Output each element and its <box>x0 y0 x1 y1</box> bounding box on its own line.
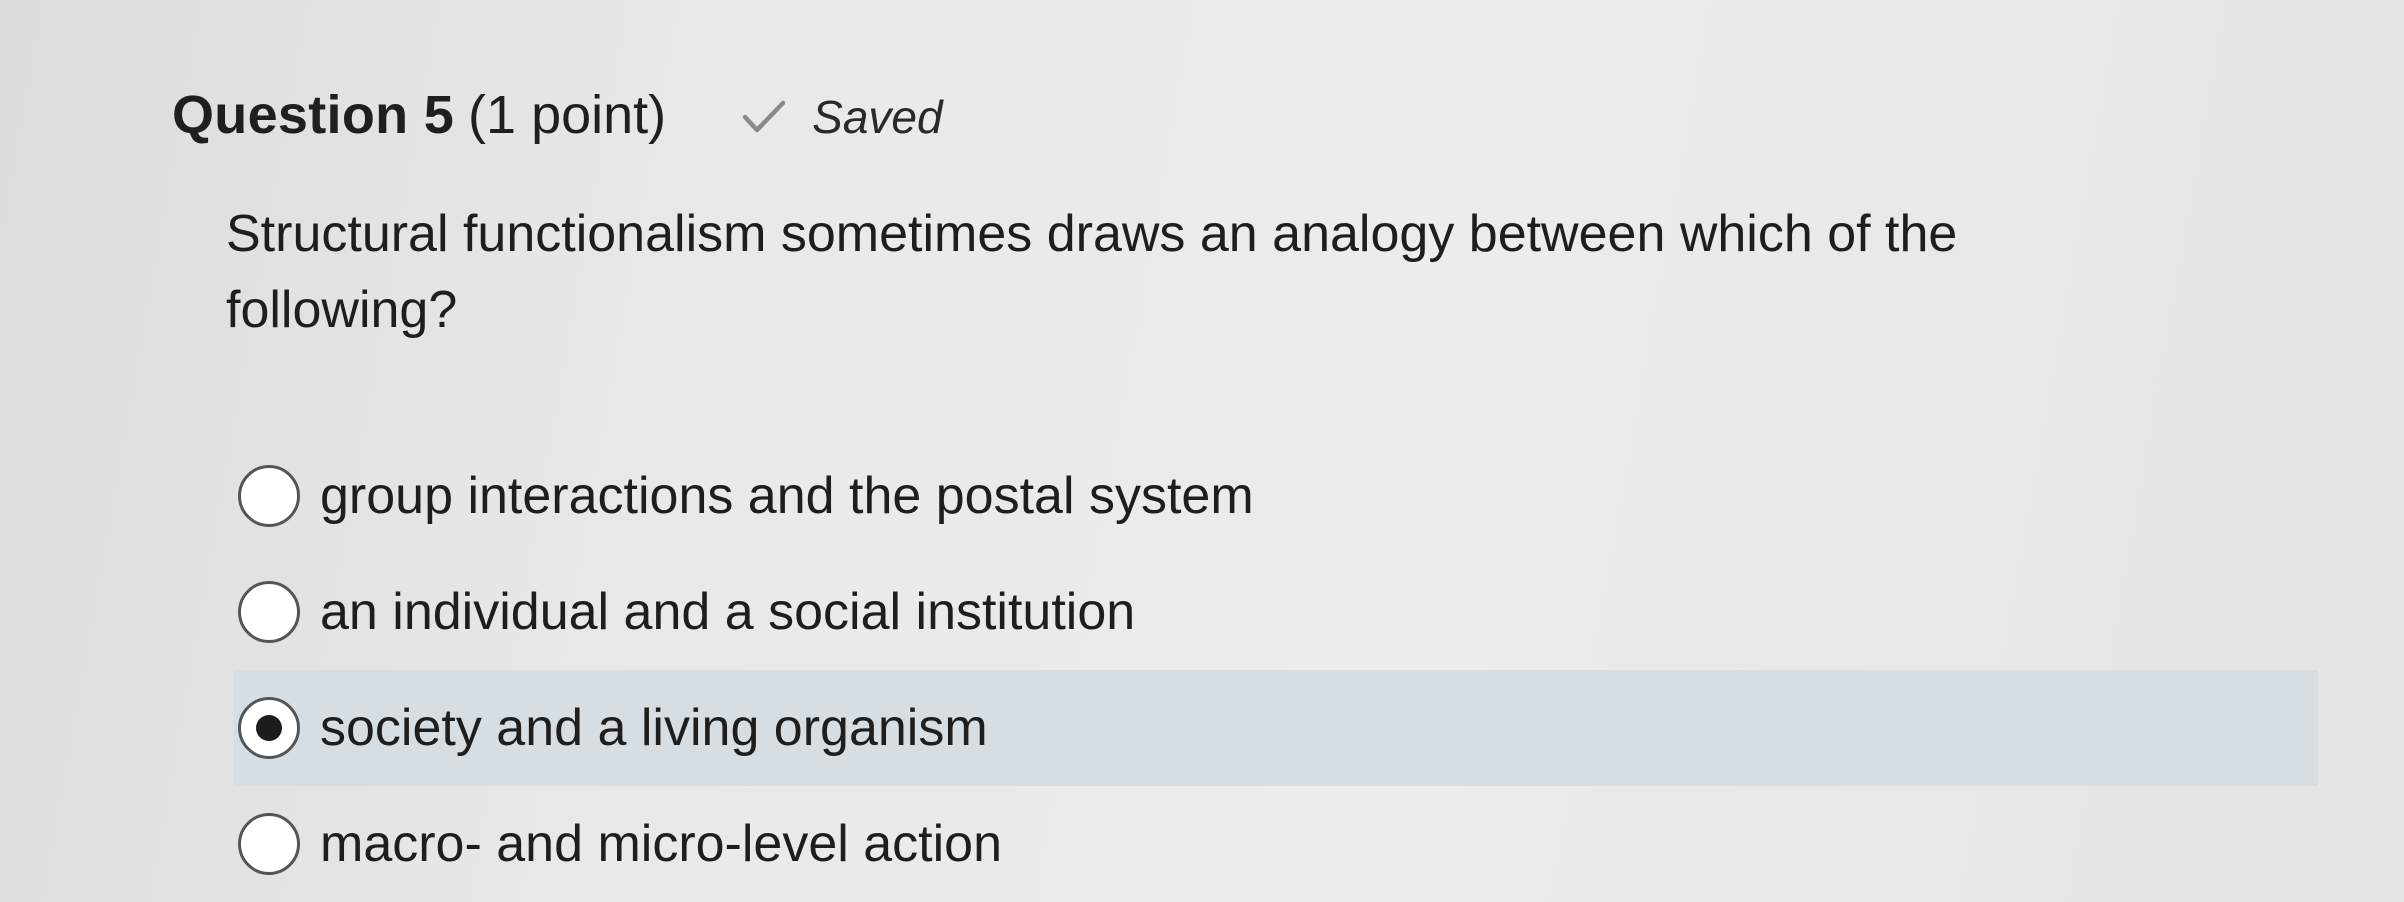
saved-label: Saved <box>812 91 943 143</box>
answer-option[interactable]: group interactions and the postal system <box>234 438 2318 554</box>
radio-button-selected[interactable] <box>238 697 300 759</box>
saved-status: Saved <box>742 90 943 144</box>
question-text: Structural functionalism sometimes draws… <box>226 205 1958 339</box>
answer-option[interactable]: an individual and a social institution <box>234 554 2318 670</box>
option-label: society and a living organism <box>320 699 988 757</box>
radio-button[interactable] <box>238 581 300 643</box>
radio-button[interactable] <box>238 813 300 875</box>
answer-option[interactable]: macro- and micro-level action <box>234 786 2318 902</box>
answer-options: group interactions and the postal system… <box>234 438 2318 902</box>
question-points: (1 point) <box>468 85 667 145</box>
question-header: Question 5 (1 point) Saved <box>172 80 943 150</box>
option-label: an individual and a social institution <box>320 583 1136 641</box>
option-label: macro- and micro-level action <box>320 815 1003 873</box>
answer-option-selected[interactable]: society and a living organism <box>234 670 2318 786</box>
check-icon <box>742 99 786 135</box>
question-title: Question 5 <box>172 85 455 145</box>
radio-button[interactable] <box>238 465 300 527</box>
radio-dot-icon <box>256 715 282 741</box>
option-label: group interactions and the postal system <box>320 467 1254 525</box>
